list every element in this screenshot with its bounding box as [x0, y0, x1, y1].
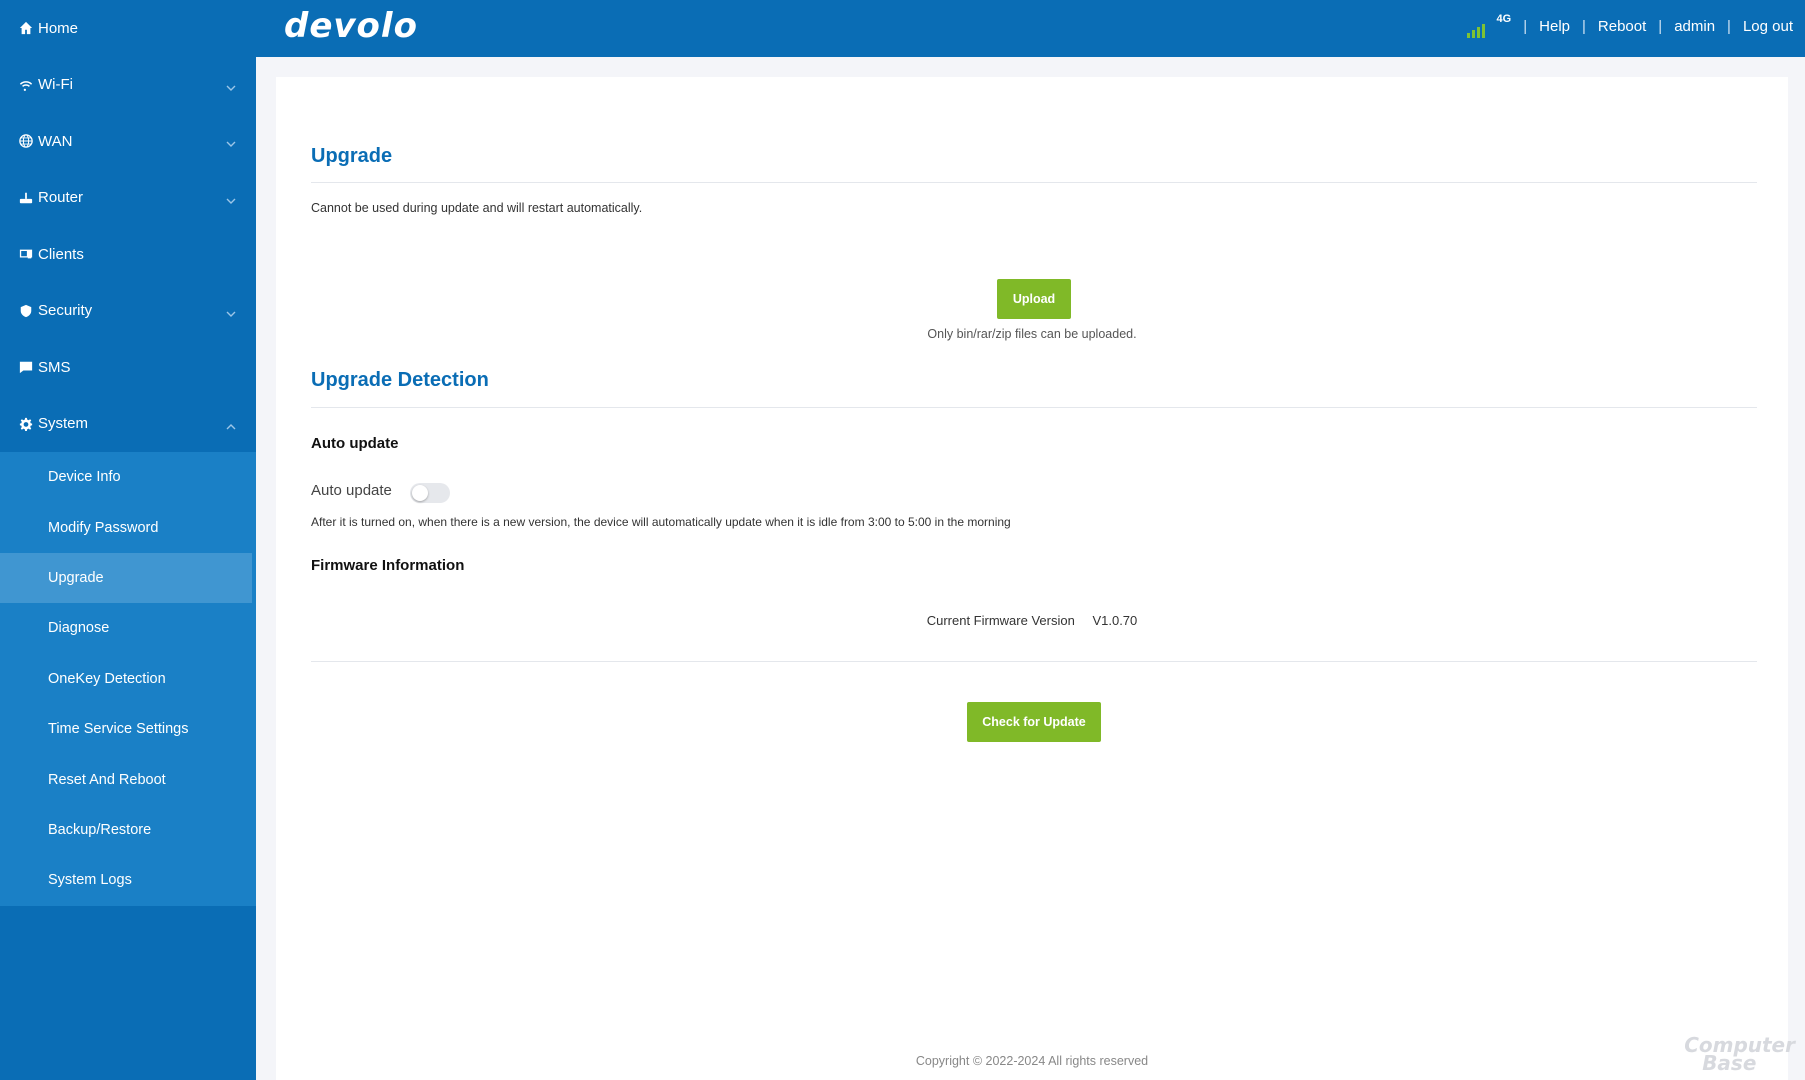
chevron-up-icon [226, 419, 236, 430]
reboot-link[interactable]: Reboot [1598, 18, 1646, 35]
toggle-knob [412, 485, 428, 501]
sidebar-item-home[interactable]: Home [0, 0, 256, 57]
submenu-item-device-info[interactable]: Device Info [0, 452, 256, 502]
submenu-item-modify-password[interactable]: Modify Password [0, 502, 256, 552]
firmware-version-value: V1.0.70 [1092, 613, 1138, 628]
sidebar: Home Wi-Fi WAN Router Clients Security S… [0, 0, 256, 1080]
sidebar-item-label: Security [38, 302, 93, 320]
check-for-update-button[interactable]: Check for Update [967, 702, 1101, 742]
computerbase-watermark: Computer Base [1684, 1033, 1795, 1075]
separator: | [1727, 18, 1731, 35]
firmware-version-label: Current Firmware Version [926, 613, 1075, 628]
sidebar-item-system[interactable]: System [0, 396, 256, 453]
sidebar-item-router[interactable]: Router [0, 170, 256, 227]
devolo-logo: devolo [284, 6, 418, 46]
submenu-item-onekey-detection[interactable]: OneKey Detection [0, 654, 256, 704]
submenu-item-diagnose[interactable]: Diagnose [0, 603, 256, 653]
separator: | [1523, 18, 1528, 35]
upgrade-detection-title: Upgrade Detection [311, 369, 489, 391]
sidebar-item-clients[interactable]: Clients [0, 226, 256, 283]
submenu-item-time-service[interactable]: Time Service Settings [0, 704, 256, 754]
separator: | [1582, 18, 1586, 35]
chevron-down-icon [226, 80, 236, 91]
home-icon [18, 20, 34, 36]
divider [311, 661, 1757, 662]
auto-update-label: Auto update [311, 482, 392, 499]
upgrade-description: Cannot be used during update and will re… [311, 201, 643, 215]
user-link[interactable]: admin [1674, 18, 1715, 35]
sidebar-item-wifi[interactable]: Wi-Fi [0, 57, 256, 114]
sidebar-item-label: Wi-Fi [38, 76, 73, 94]
submenu-item-upgrade[interactable]: Upgrade [0, 552, 252, 604]
auto-update-heading: Auto update [311, 435, 399, 452]
sidebar-item-wan[interactable]: WAN [0, 113, 256, 170]
top-links: 4G | Help | Reboot | admin | Log out [1467, 0, 1793, 53]
message-icon [18, 359, 34, 375]
sidebar-item-sms[interactable]: SMS [0, 339, 256, 396]
submenu-item-system-logs[interactable]: System Logs [0, 855, 256, 905]
upload-hint: Only bin/rar/zip files can be uploaded. [927, 327, 1137, 341]
chevron-down-icon [226, 193, 236, 204]
sidebar-item-security[interactable]: Security [0, 283, 256, 340]
system-submenu: Device Info Modify Password Upgrade Diag… [0, 452, 256, 906]
top-bar: devolo 4G | Help | Reboot | admin | Log … [256, 0, 1805, 57]
divider [311, 182, 1757, 183]
devices-icon [18, 246, 34, 262]
firmware-information-heading: Firmware Information [311, 557, 465, 574]
sidebar-item-label: WAN [38, 132, 73, 150]
upgrade-title: Upgrade [311, 145, 393, 167]
chevron-down-icon [226, 306, 236, 317]
firmware-version-row: Current Firmware Version V1.0.70 [276, 613, 1788, 628]
globe-icon [18, 133, 34, 149]
shield-icon [18, 303, 34, 319]
divider [311, 407, 1757, 408]
sidebar-item-label: Home [38, 19, 79, 37]
auto-update-note: After it is turned on, when there is a n… [311, 515, 1011, 529]
auto-update-toggle[interactable] [410, 483, 450, 503]
network-type-badge: 4G [1496, 12, 1512, 25]
wifi-icon [18, 77, 34, 93]
separator: | [1658, 18, 1663, 35]
submenu-item-backup-restore[interactable]: Backup/Restore [0, 805, 256, 855]
sidebar-item-label: Router [38, 189, 84, 207]
upload-button[interactable]: Upload [997, 279, 1071, 319]
router-icon [18, 190, 34, 206]
submenu-item-reset-reboot[interactable]: Reset And Reboot [0, 754, 256, 804]
gear-icon [18, 416, 34, 432]
help-link[interactable]: Help [1539, 18, 1570, 35]
signal-strength-icon: 4G [1467, 12, 1512, 38]
copyright-text: Copyright © 2022-2024 All rights reserve… [915, 1054, 1149, 1068]
chevron-down-icon [226, 136, 236, 148]
content-panel: Upgrade Cannot be used during update and… [276, 77, 1788, 1080]
sidebar-item-label: SMS [38, 358, 71, 376]
sidebar-item-label: System [38, 415, 89, 433]
logout-link[interactable]: Log out [1743, 18, 1793, 35]
sidebar-item-label: Clients [38, 245, 84, 263]
